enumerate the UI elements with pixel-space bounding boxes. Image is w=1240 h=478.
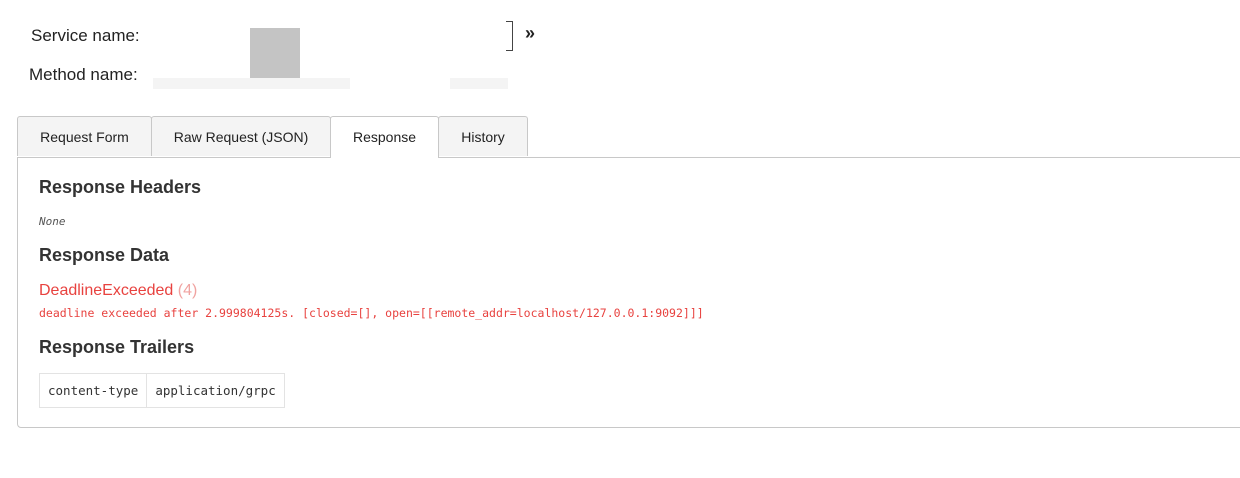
tab-response[interactable]: Response <box>330 116 439 158</box>
response-trailers-title: Response Trailers <box>39 337 195 357</box>
service-name-select[interactable] <box>506 21 513 51</box>
method-name-label: Method name: <box>29 65 138 84</box>
error-message: deadline exceeded after 2.999804125s. [c… <box>39 306 704 320</box>
response-headers-title: Response Headers <box>39 177 202 197</box>
service-name-label: Service name: <box>31 26 140 45</box>
expand-icon[interactable]: » <box>525 23 535 44</box>
tab-raw-request-json[interactable]: Raw Request (JSON) <box>151 116 331 156</box>
redacted-block <box>250 28 300 78</box>
tab-request-form[interactable]: Request Form <box>17 116 152 156</box>
response-headers-none: None <box>39 215 66 228</box>
response-data-title: Response Data <box>39 245 170 265</box>
method-name-extra-field[interactable] <box>450 78 508 89</box>
tab-history[interactable]: History <box>438 116 528 156</box>
trailers-table: content-type application/grpc <box>38 373 285 408</box>
method-name-select[interactable] <box>153 78 350 89</box>
response-panel: Response Headers None Response Data Dead… <box>17 157 1240 428</box>
trailer-key: content-type <box>38 373 148 408</box>
error-status-code: (4) <box>177 282 198 299</box>
table-row: content-type application/grpc <box>38 373 285 408</box>
trailer-value: application/grpc <box>146 373 285 408</box>
error-status-name: DeadlineExceeded <box>39 282 174 299</box>
error-status: DeadlineExceeded (4) <box>39 282 197 300</box>
